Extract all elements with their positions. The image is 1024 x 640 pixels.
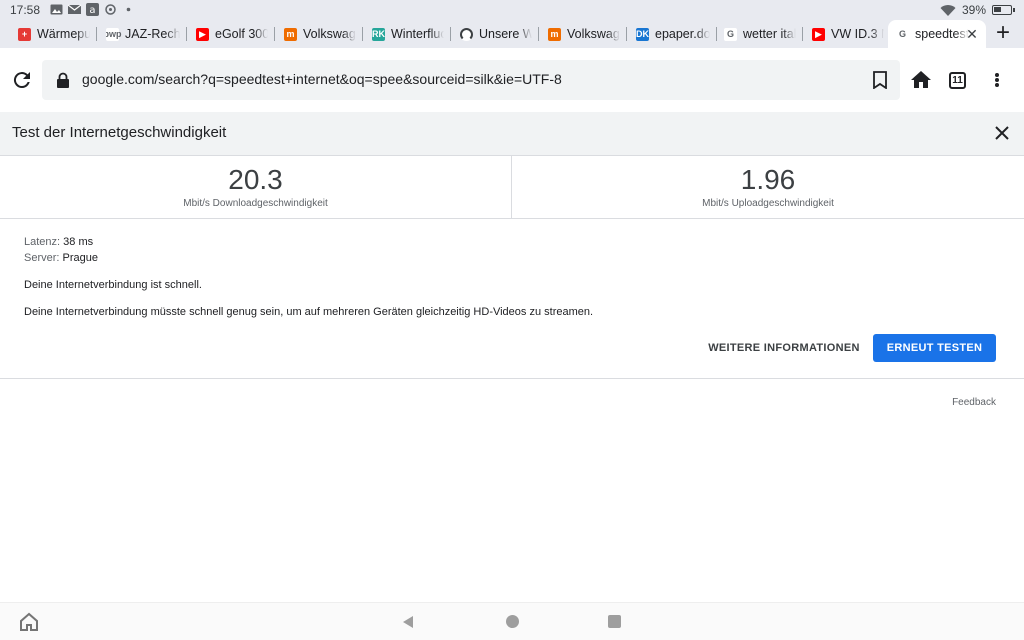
tab-favicon-icon: + [18, 27, 31, 41]
latency-value: 38 ms [63, 236, 94, 248]
speed-message: Deine Internetverbindung ist schnell. [24, 279, 202, 291]
tab-separator [362, 27, 363, 41]
home-button[interactable] [506, 615, 519, 628]
tab-label: wetter italien [743, 27, 796, 41]
tab-close-icon[interactable]: ✕ [962, 24, 982, 44]
tab-3[interactable]: m Volkswagen [284, 20, 356, 48]
tab-label: VW ID.3 Neu [831, 27, 884, 41]
tab-label: epaper.dolomiten [655, 27, 710, 41]
tab-favicon-icon: G [724, 27, 737, 41]
wifi-icon [940, 4, 956, 16]
url-text[interactable]: google.com/search?q=speedtest+internet&o… [82, 71, 562, 87]
tab-separator [96, 27, 97, 41]
system-nav-bar [0, 602, 1024, 640]
speed-description: Deine Internetverbindung müsste schnell … [24, 306, 594, 318]
svg-text:a: a [89, 5, 95, 16]
tab-5[interactable]: Unsere Welt [460, 20, 532, 48]
reload-icon[interactable] [10, 68, 34, 92]
settings-icon [105, 4, 116, 15]
tab-6[interactable]: m Volkswagen [548, 20, 620, 48]
tab-9[interactable]: ▶ VW ID.3 Neu [812, 20, 884, 48]
tab-favicon-icon: m [284, 27, 297, 41]
amazon-icon: a [86, 3, 99, 16]
retest-button[interactable]: ERNEUT TESTEN [873, 334, 996, 362]
latency-row: Latenz: 38 ms [24, 236, 98, 252]
close-icon[interactable] [992, 123, 1012, 143]
home-icon[interactable] [909, 68, 933, 92]
tab-favicon-icon: ▶ [196, 27, 209, 41]
tab-separator [802, 27, 803, 41]
tab-7[interactable]: DK epaper.dolomiten [636, 20, 710, 48]
battery-percent: 39% [961, 3, 986, 17]
feedback-link[interactable]: Feedback [952, 397, 996, 408]
tab-favicon-icon: m [548, 27, 561, 41]
tab-strip: + Wärmepumpe bwpJAZ-Rechner ▶ eGolf 300 m Volk… [0, 20, 1024, 48]
tab-label: Unsere Welt [479, 27, 532, 41]
new-tab-button[interactable]: + [990, 21, 1016, 47]
tab-label: eGolf 300 [215, 27, 268, 41]
tab-separator [450, 27, 451, 41]
tab-label: Volkswagen [567, 27, 620, 41]
tab-4[interactable]: RK Winterflucht [372, 20, 444, 48]
status-bar: 17:58 a 39% [0, 0, 1024, 20]
tab-favicon-icon: ▶ [812, 27, 825, 41]
recents-button[interactable] [608, 615, 621, 628]
tab-2[interactable]: ▶ eGolf 300 [196, 20, 268, 48]
card-divider [0, 378, 1024, 379]
download-value: 20.3 [228, 164, 283, 195]
more-menu-icon[interactable] [990, 68, 1004, 92]
address-bar[interactable]: google.com/search?q=speedtest+internet&o… [42, 60, 900, 100]
status-time: 17:58 [10, 3, 41, 17]
tab-favicon-icon: RK [372, 27, 385, 41]
tab-label: Winterflucht [391, 27, 444, 41]
tab-1[interactable]: bwpJAZ-Rechner [106, 20, 180, 48]
latency-key: Latenz: [24, 236, 61, 248]
tab-separator [626, 27, 627, 41]
tab-0[interactable]: + Wärmepumpe [18, 20, 90, 48]
tab-label: JAZ-Rechner [125, 27, 180, 41]
status-notification-icons: a [50, 3, 135, 16]
dot-icon [126, 7, 131, 12]
mail-icon [68, 4, 81, 14]
lock-icon[interactable] [56, 72, 70, 88]
battery-icon [992, 5, 1015, 15]
card-title: Test der Internetgeschwindigkeit [12, 124, 227, 141]
more-info-button[interactable]: WEITERE INFORMATIONEN [708, 338, 860, 358]
silk-home-icon[interactable] [19, 612, 39, 632]
speed-results: 20.3 Mbit/s Downloadgeschwindigkeit 1.96… [0, 156, 1024, 219]
tab-separator [538, 27, 539, 41]
tab-favicon-icon: DK [636, 27, 649, 41]
tab-switcher-button[interactable]: 11 [949, 72, 966, 89]
server-row: Server: Prague [24, 252, 98, 268]
tab-label: Wärmepumpe [37, 27, 90, 41]
tab-separator [274, 27, 275, 41]
back-icon[interactable] [400, 614, 416, 630]
speedtest-card-header: Test der Internetgeschwindigkeit [0, 112, 1024, 156]
tab-8[interactable]: Gwetter italien [724, 20, 796, 48]
tab-favicon-icon [460, 27, 473, 41]
upload-speed: 1.96 Mbit/s Uploadgeschwindigkeit [512, 156, 1024, 219]
server-value: Prague [62, 252, 99, 264]
server-key: Server: [24, 252, 60, 264]
upload-label: Mbit/s Uploadgeschwindigkeit [702, 198, 834, 209]
tab-favicon-icon: G [896, 27, 909, 41]
download-label: Mbit/s Downloadgeschwindigkeit [183, 198, 328, 209]
upload-value: 1.96 [740, 164, 796, 195]
download-speed: 20.3 Mbit/s Downloadgeschwindigkeit [0, 156, 512, 219]
tab-favicon-icon: bwp [106, 27, 122, 41]
test-details: Latenz: 38 ms Server: Prague [24, 236, 98, 268]
bookmark-icon[interactable] [872, 71, 888, 89]
tab-separator [716, 27, 717, 41]
tab-separator [186, 27, 187, 41]
gallery-icon [50, 4, 63, 15]
tab-label: Volkswagen [303, 27, 356, 41]
browser-toolbar: google.com/search?q=speedtest+internet&o… [0, 48, 1024, 112]
